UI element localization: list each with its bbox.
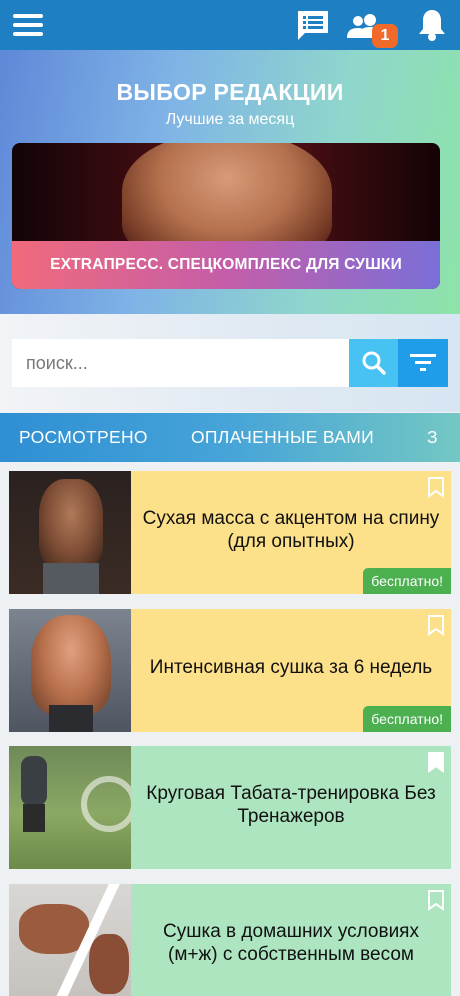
free-badge: бесплатно! [363, 706, 451, 732]
bookmark-icon[interactable] [427, 890, 445, 911]
chat-list-icon[interactable] [294, 0, 332, 50]
tab-viewed[interactable]: РОСМОТРЕНО [19, 413, 148, 462]
editors-pick-title: ВЫБОР РЕДАКЦИИ [116, 79, 344, 105]
editors-pick-subtitle: Лучшие за месяц [165, 111, 295, 128]
bookmark-icon[interactable] [427, 752, 445, 773]
featured-program-title: EXTRAПРЕСС. СПЕЦКОМПЛЕКС ДЛЯ СУШКИ [12, 241, 440, 289]
program-title: Круговая Табата-тренировка Без Тренажеро… [146, 782, 436, 827]
program-image [9, 609, 131, 732]
notification-count-badge: 1 [372, 24, 398, 48]
program-card-body: Сухая масса с акцентом на спину (для опы… [131, 471, 451, 594]
program-image [9, 746, 131, 869]
program-card[interactable]: Круговая Табата-тренировка Без Тренажеро… [9, 746, 451, 869]
bookmark-icon[interactable] [427, 615, 445, 636]
filter-icon[interactable] [398, 339, 448, 387]
program-card[interactable]: Сухая масса с акцентом на спину (для опы… [9, 471, 451, 594]
program-card-body: Интенсивная сушка за 6 недель бесплатно! [131, 609, 451, 732]
category-tabs: РОСМОТРЕНО ОПЛАЧЕННЫЕ ВАМИ З [0, 413, 460, 462]
hamburger-menu-icon[interactable] [10, 0, 46, 50]
search-input[interactable] [12, 339, 349, 387]
search-icon[interactable] [349, 339, 398, 387]
bookmark-icon[interactable] [427, 477, 445, 498]
featured-program-card[interactable]: EXTRAПРЕСС. СПЕЦКОМПЛЕКС ДЛЯ СУШКИ [12, 143, 440, 289]
program-card[interactable]: Интенсивная сушка за 6 недель бесплатно! [9, 609, 451, 732]
program-image [9, 884, 131, 996]
program-title: Сушка в домашних условиях (м+ж) с собств… [163, 920, 419, 965]
top-app-bar: 1 [0, 0, 460, 50]
free-badge: бесплатно! [363, 568, 451, 594]
tab-more[interactable]: З [427, 413, 438, 462]
program-card-body: Круговая Табата-тренировка Без Тренажеро… [131, 746, 451, 869]
program-card[interactable]: Сушка в домашних условиях (м+ж) с собств… [9, 884, 451, 996]
tab-paid[interactable]: ОПЛАЧЕННЫЕ ВАМИ [191, 413, 374, 462]
program-card-body: Сушка в домашних условиях (м+ж) с собств… [131, 884, 451, 996]
program-image [9, 471, 131, 594]
bell-icon[interactable] [412, 0, 452, 50]
